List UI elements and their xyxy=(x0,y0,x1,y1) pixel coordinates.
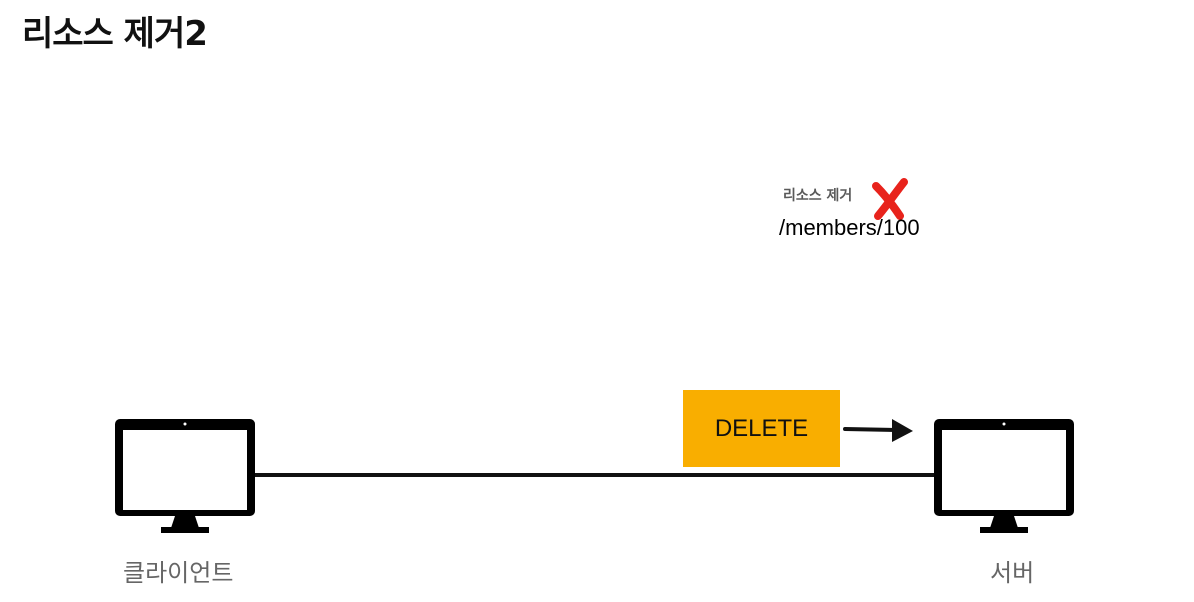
server-label: 서버 xyxy=(990,559,1035,587)
client-label: 클라이언트 xyxy=(123,559,234,587)
page-title: 리소스 제거2 xyxy=(22,14,208,54)
request-method: DELETE xyxy=(714,414,809,442)
delete-request-box: DELETE xyxy=(683,390,840,467)
client-monitor-icon xyxy=(115,419,255,533)
request-arrow-head xyxy=(892,419,913,442)
resource-path: /members/100 xyxy=(779,215,920,240)
resource-removed-note: 리소스 제거 xyxy=(783,188,853,204)
server-monitor-icon xyxy=(934,419,1074,533)
request-arrow-shaft xyxy=(843,427,900,432)
